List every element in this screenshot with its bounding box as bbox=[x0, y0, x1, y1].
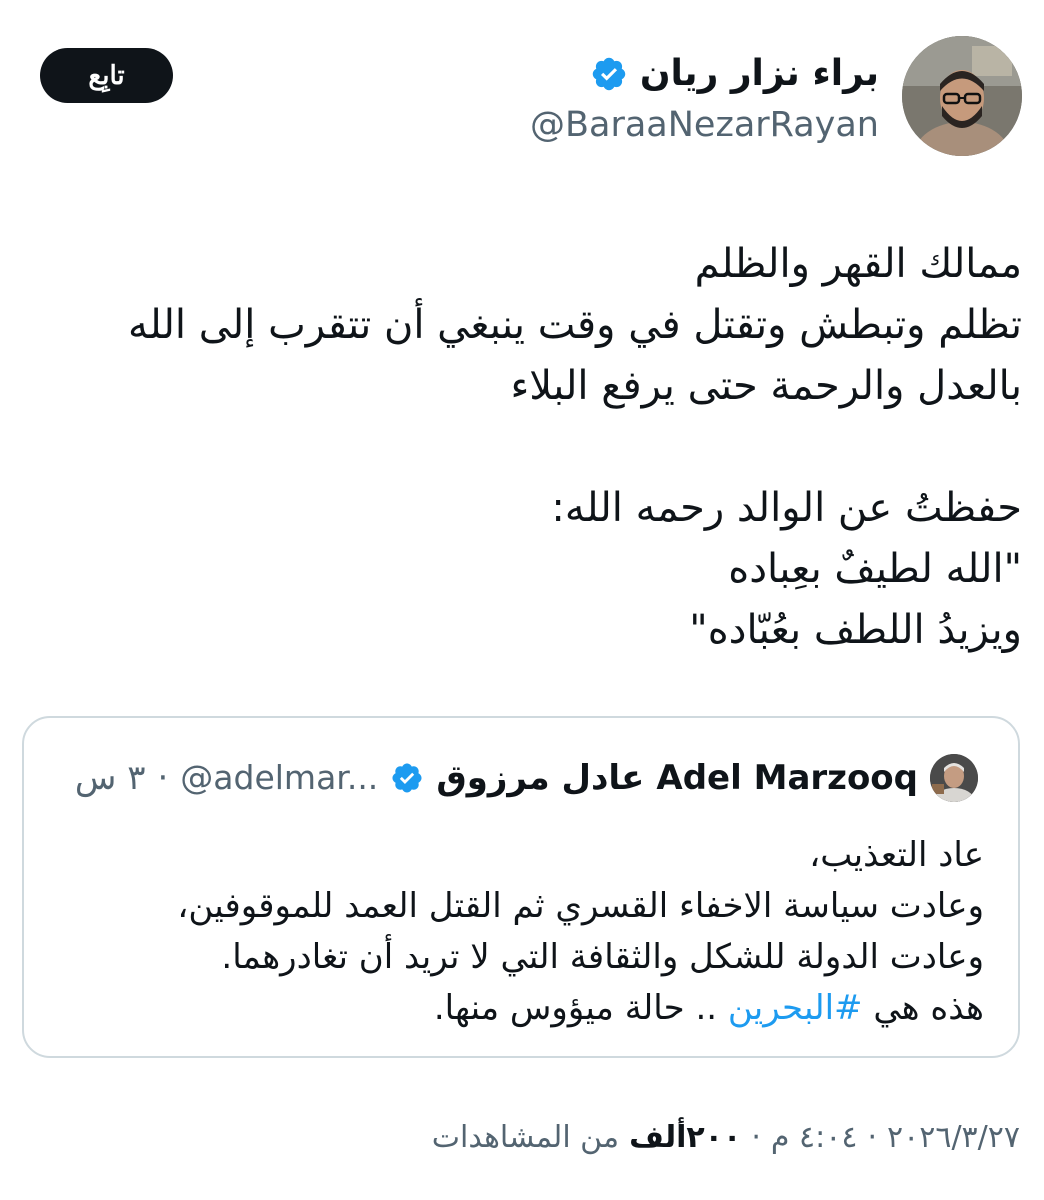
quoted-verified-badge-icon bbox=[390, 761, 424, 795]
quoted-author-name-ar[interactable]: عادل مرزوق bbox=[436, 756, 644, 800]
quoted-author-handle[interactable]: @adelmar... bbox=[180, 756, 378, 800]
tweet-line: بالعدل والرحمة حتى يرفع البلاء bbox=[510, 363, 1022, 409]
follow-button[interactable]: تابِع bbox=[40, 48, 173, 103]
tweet-time[interactable]: ٤:٠٤ م bbox=[771, 1120, 858, 1155]
quoted-tweet-card[interactable]: Adel Marzooq عادل مرزوق @adelmar... · ٣ … bbox=[22, 716, 1020, 1058]
tweet-line: ويزيدُ اللطف بعُبّاده" bbox=[689, 607, 1022, 653]
tweet-line-break bbox=[22, 417, 1022, 478]
quoted-author-name-en[interactable]: Adel Marzooq bbox=[656, 756, 918, 800]
tweet: براء نزار ريان @BaraaNezarRayan تابِع مم… bbox=[0, 0, 1044, 1200]
tweet-meta: ٢٠٢٦/٣/٢٧ · ٤:٠٤ م · ٢٠٠ألف من المشاهدات bbox=[432, 1120, 1020, 1155]
quoted-tweet-line: وعادت الدولة للشكل والثقافة التي لا تريد… bbox=[221, 937, 984, 977]
quoted-author-avatar-image bbox=[930, 754, 978, 802]
hashtag-link[interactable]: #البحرين bbox=[728, 988, 863, 1028]
quoted-tweet-line: وعادت سياسة الاخفاء القسري ثم القتل العم… bbox=[177, 886, 984, 926]
author-avatar[interactable] bbox=[902, 36, 1022, 156]
author-name[interactable]: براء نزار ريان bbox=[640, 52, 879, 96]
verified-badge-icon bbox=[590, 55, 628, 93]
meta-separator: · bbox=[751, 1120, 761, 1155]
tweet-line: تظلم وتبطش وتقتل في وقت ينبغي أن تتقرب إ… bbox=[128, 302, 1022, 348]
quoted-tweet-line: عاد التعذيب، bbox=[809, 835, 984, 875]
meta-separator: · bbox=[867, 1120, 877, 1155]
tweet-line: ممالك القهر والظلم bbox=[694, 241, 1022, 287]
quoted-line-prefix: هذه هي bbox=[862, 988, 984, 1028]
quoted-author-avatar[interactable] bbox=[930, 754, 978, 802]
quoted-tweet-line: هذه هي #البحرين .. حالة ميؤوس منها. bbox=[54, 983, 984, 1034]
quoted-tweet-time: ٣ س bbox=[74, 758, 146, 798]
author-avatar-image bbox=[902, 36, 1022, 156]
author-handle[interactable]: @BaraaNezarRayan bbox=[530, 104, 879, 146]
tweet-text: ممالك القهر والظلم تظلم وتبطش وتقتل في و… bbox=[22, 234, 1022, 661]
views-label: من المشاهدات bbox=[431, 1120, 620, 1155]
tweet-line: "الله لطيفٌ بعِباده bbox=[728, 546, 1022, 592]
quoted-line-suffix: .. حالة ميؤوس منها. bbox=[433, 988, 728, 1028]
tweet-line: حفظتُ عن الوالد رحمه الله: bbox=[551, 485, 1022, 531]
quoted-tweet-text: عاد التعذيب، وعادت سياسة الاخفاء القسري … bbox=[54, 830, 984, 1034]
author-name-row: براء نزار ريان bbox=[590, 52, 879, 96]
views-count[interactable]: ٢٠٠ألف bbox=[629, 1120, 741, 1155]
quoted-tweet-header: Adel Marzooq عادل مرزوق @adelmar... · ٣ … bbox=[75, 754, 978, 802]
quoted-separator: · bbox=[157, 758, 169, 798]
tweet-date[interactable]: ٢٠٢٦/٣/٢٧ bbox=[887, 1120, 1020, 1155]
